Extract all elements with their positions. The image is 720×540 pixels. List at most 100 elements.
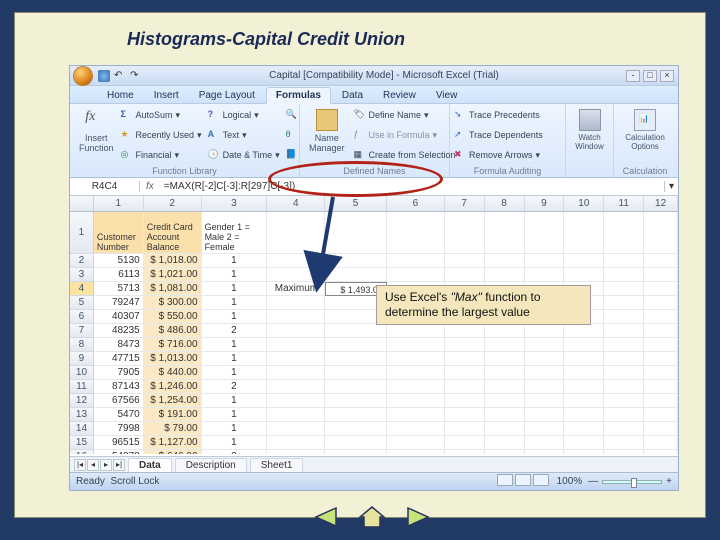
more-button[interactable]: 📘 bbox=[286, 149, 298, 161]
sheet-tabs: |◂ ◂ ▸ ▸| Data Description Sheet1 bbox=[70, 456, 678, 472]
close-button[interactable]: × bbox=[660, 70, 674, 82]
calc-options-button[interactable]: 📊 Calculation Options bbox=[618, 106, 672, 154]
save-icon[interactable] bbox=[98, 70, 110, 82]
tab-nav-next[interactable]: ▸ bbox=[100, 459, 112, 471]
lookup-button[interactable]: 🔍 bbox=[286, 109, 298, 121]
text-button[interactable]: AText ▾ bbox=[208, 129, 280, 141]
tab-home[interactable]: Home bbox=[98, 88, 143, 103]
tab-review[interactable]: Review bbox=[374, 88, 425, 103]
table-row[interactable]: 947715$ 1,013.001 bbox=[70, 352, 678, 366]
quick-access-toolbar[interactable]: ↶ ↷ bbox=[98, 70, 142, 82]
status-scroll-lock: Scroll Lock bbox=[110, 476, 159, 487]
redo-icon[interactable]: ↷ bbox=[130, 70, 142, 82]
prev-slide-button[interactable] bbox=[313, 505, 343, 529]
tab-page-layout[interactable]: Page Layout bbox=[190, 88, 264, 103]
tab-view[interactable]: View bbox=[427, 88, 467, 103]
name-manager-button[interactable]: Name Manager bbox=[304, 106, 350, 164]
label-icon: 🏷 bbox=[354, 109, 366, 121]
recently-used-button[interactable]: ★Recently Used ▾ bbox=[121, 129, 202, 141]
tab-data[interactable]: Data bbox=[333, 88, 372, 103]
tab-nav-last[interactable]: ▸| bbox=[113, 459, 125, 471]
tag-icon bbox=[316, 109, 338, 131]
group-function-library: fx Insert Function ΣAutoSum ▾ ★Recently … bbox=[70, 104, 300, 177]
watch-window-button[interactable]: Watch Window bbox=[570, 106, 609, 154]
watch-icon bbox=[579, 109, 601, 131]
coin-icon: ◎ bbox=[121, 149, 133, 161]
star-icon: ★ bbox=[121, 129, 133, 141]
office-button[interactable] bbox=[74, 67, 92, 85]
arrow-in-icon: ➘ bbox=[454, 109, 466, 121]
name-box[interactable]: R4C4 bbox=[70, 181, 140, 192]
tab-nav-prev[interactable]: ◂ bbox=[87, 459, 99, 471]
col1-header: Customer Number bbox=[94, 212, 144, 254]
fx-icon: fx bbox=[85, 109, 107, 131]
table-row[interactable]: 88473$ 716.001 bbox=[70, 338, 678, 352]
tab-insert[interactable]: Insert bbox=[145, 88, 188, 103]
view-buttons[interactable] bbox=[497, 474, 551, 489]
sheet-tab-description[interactable]: Description bbox=[175, 458, 247, 472]
book-icon: 📘 bbox=[286, 149, 298, 161]
slide-nav bbox=[313, 505, 431, 529]
table-row[interactable]: 36113$ 1,021.001 bbox=[70, 268, 678, 282]
next-slide-button[interactable] bbox=[401, 505, 431, 529]
group-label: Formula Auditing bbox=[454, 165, 561, 177]
tab-nav-first[interactable]: |◂ bbox=[74, 459, 86, 471]
lookup-icon: 🔍 bbox=[286, 109, 298, 121]
insert-function-button[interactable]: fx Insert Function bbox=[74, 106, 119, 164]
sigma-icon: Σ bbox=[121, 109, 133, 121]
trace-precedents-button[interactable]: ➘Trace Precedents bbox=[454, 109, 561, 121]
fx-small-icon: ƒ bbox=[354, 129, 366, 141]
select-all-corner[interactable] bbox=[70, 196, 94, 211]
datetime-button[interactable]: 🕓Date & Time ▾ bbox=[208, 149, 280, 161]
table-row[interactable]: 1596515$ 1,127.001 bbox=[70, 436, 678, 450]
zoom-level[interactable]: 100% bbox=[557, 476, 583, 487]
table-row[interactable]: 135470$ 191.001 bbox=[70, 408, 678, 422]
math-button[interactable]: θ bbox=[286, 129, 298, 141]
sheet-tab-sheet1[interactable]: Sheet1 bbox=[250, 458, 304, 472]
undo-icon[interactable]: ↶ bbox=[114, 70, 126, 82]
grid-body[interactable]: 1 Customer Number Credit Card Account Ba… bbox=[70, 212, 678, 454]
clock-icon: 🕓 bbox=[208, 149, 220, 161]
group-calculation: 📊 Calculation Options Calculation bbox=[614, 104, 676, 177]
table-row[interactable]: 107905$ 440.001 bbox=[70, 366, 678, 380]
table-row[interactable]: 1267566$ 1,254.001 bbox=[70, 394, 678, 408]
excel-window: ↶ ↷ Capital [Compatibility Mode] - Micro… bbox=[69, 65, 679, 491]
group-formula-auditing: ➘Trace Precedents ➚Trace Dependents ✖Rem… bbox=[450, 104, 566, 177]
table-row[interactable]: 147998$ 79.001 bbox=[70, 422, 678, 436]
instruction-callout: Use Excel's "Max" function to determine … bbox=[376, 285, 591, 325]
group-label: Defined Names bbox=[304, 165, 445, 177]
fx-button[interactable]: fx bbox=[140, 181, 160, 192]
create-from-selection-button[interactable]: ▦Create from Selection bbox=[354, 149, 456, 161]
sheet-tab-data[interactable]: Data bbox=[128, 458, 172, 472]
formula-bar: R4C4 fx =MAX(R[-2]C[-3]:R[297]C[-3]) ▾ bbox=[70, 178, 678, 196]
table-row[interactable]: 1654378$ 646.002 bbox=[70, 450, 678, 454]
trace-dependents-button[interactable]: ➚Trace Dependents bbox=[454, 129, 561, 141]
zoom-slider[interactable]: — + bbox=[588, 476, 672, 487]
financial-button[interactable]: ◎Financial ▾ bbox=[121, 149, 202, 161]
maximize-button[interactable]: □ bbox=[643, 70, 657, 82]
table-row[interactable]: 1187143$ 1,246.002 bbox=[70, 380, 678, 394]
ribbon-tabs: Home Insert Page Layout Formulas Data Re… bbox=[70, 86, 678, 104]
minimize-button[interactable]: - bbox=[626, 70, 640, 82]
autosum-button[interactable]: ΣAutoSum ▾ bbox=[121, 109, 202, 121]
column-headers[interactable]: 1 2 3 4 5 6 7 8 9 10 11 12 bbox=[70, 196, 678, 212]
logical-button[interactable]: ?Logical ▾ bbox=[208, 109, 280, 121]
slide-title: Histograms-Capital Credit Union bbox=[127, 29, 405, 50]
status-ready: Ready bbox=[76, 476, 105, 487]
table-row[interactable]: 25130$ 1,018.001 bbox=[70, 254, 678, 268]
home-button[interactable] bbox=[357, 505, 387, 529]
status-bar: Ready Scroll Lock 100% — + bbox=[70, 472, 678, 490]
tab-formulas[interactable]: Formulas bbox=[266, 87, 331, 104]
table-row[interactable]: 748235$ 486.002 bbox=[70, 324, 678, 338]
define-name-button[interactable]: 🏷Define Name ▾ bbox=[354, 109, 456, 121]
use-in-formula-button[interactable]: ƒUse in Formula ▾ bbox=[354, 129, 456, 141]
col3-header: Gender 1 = Male 2 = Female bbox=[202, 212, 268, 254]
expand-formula-bar[interactable]: ▾ bbox=[664, 181, 678, 192]
group-label: Function Library bbox=[74, 165, 295, 177]
formula-input[interactable]: =MAX(R[-2]C[-3]:R[297]C[-3]) bbox=[160, 181, 664, 192]
grid-icon: ▦ bbox=[354, 149, 366, 161]
worksheet-grid[interactable]: 1 2 3 4 5 6 7 8 9 10 11 12 1 Customer Nu… bbox=[70, 196, 678, 454]
remove-arrows-button[interactable]: ✖Remove Arrows ▾ bbox=[454, 149, 561, 161]
slide-frame: Histograms-Capital Credit Union ↶ ↷ Capi… bbox=[14, 12, 706, 518]
col2-header: Credit Card Account Balance bbox=[144, 212, 202, 254]
